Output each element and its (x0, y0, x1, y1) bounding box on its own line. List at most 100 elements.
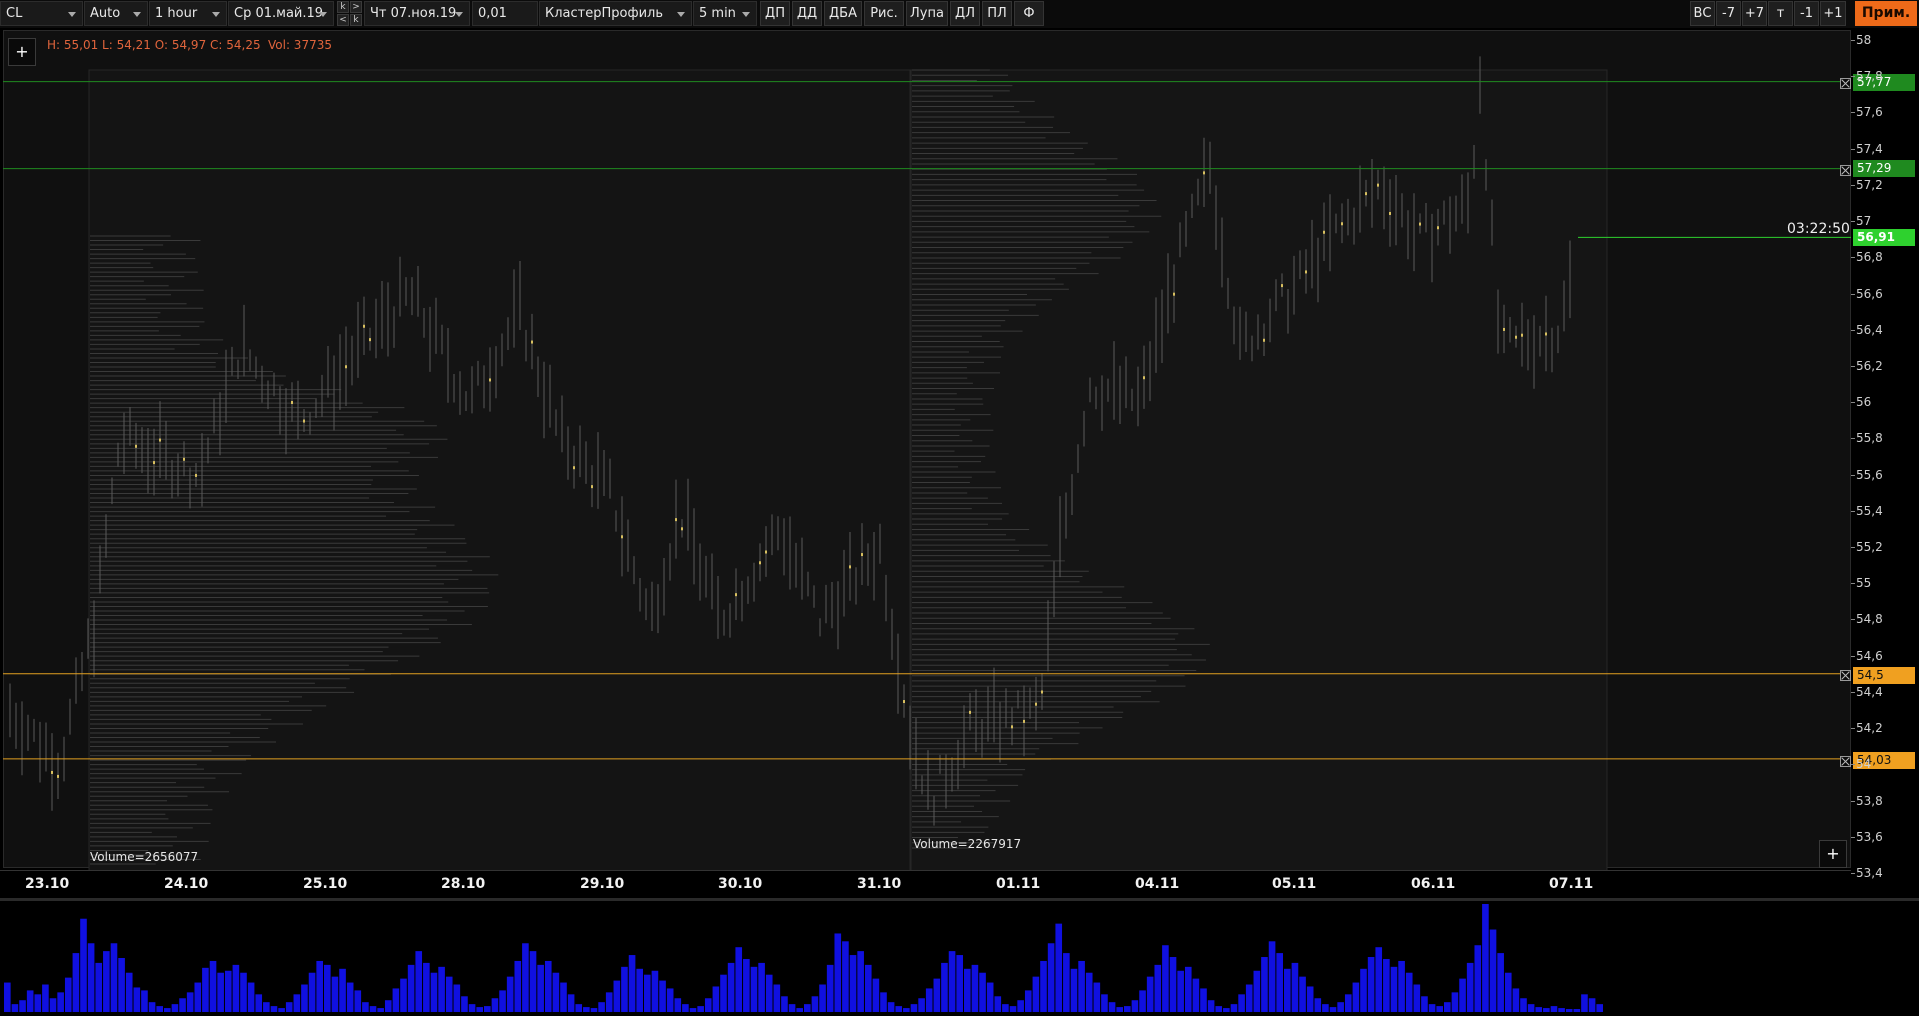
volume-bar (1146, 976, 1154, 1012)
volume-bar (522, 943, 529, 1012)
volume-bar (1268, 941, 1276, 1012)
volume-bar (316, 960, 323, 1012)
volume-bar (537, 964, 544, 1012)
volume-bar (362, 1002, 369, 1012)
date-from-select[interactable]: Ср 01.май.19 (228, 1, 334, 26)
minus1-button[interactable]: -1 (1794, 1, 1819, 26)
volume-bar (613, 980, 621, 1012)
dd-label: ДД (796, 6, 818, 21)
price-cluster-dot (759, 561, 761, 565)
volume-bar (1070, 968, 1078, 1012)
price-cluster-dot (1143, 376, 1145, 380)
remove-line-icon[interactable] (1840, 78, 1851, 89)
volume-bar (727, 962, 735, 1012)
timeframe-select[interactable]: 1 hour (149, 1, 227, 26)
scale-select[interactable]: Auto (84, 1, 148, 26)
volume-bar (804, 1004, 811, 1012)
remove-line-icon[interactable] (1840, 165, 1851, 176)
nav-back-button[interactable]: < (337, 14, 349, 26)
dd-button[interactable]: ДД (792, 1, 822, 26)
volume-bar (1421, 996, 1428, 1012)
volume-bar (689, 1008, 697, 1012)
volume-bar (1200, 988, 1207, 1012)
minus7-button[interactable]: -7 (1716, 1, 1741, 26)
volume-bar (621, 966, 628, 1012)
date-to-select[interactable]: Чт 07.ноя.19 (364, 1, 470, 26)
volume-bar (1383, 958, 1390, 1012)
magnifier-button[interactable]: Лупа (906, 1, 948, 26)
time-tick-label: 25.10 (303, 876, 348, 892)
price-cluster-dot (861, 553, 863, 557)
pl-button[interactable]: ПЛ (982, 1, 1012, 26)
volume-bar (499, 990, 506, 1012)
price-tick-mark (1851, 691, 1855, 693)
volume-bar (514, 960, 522, 1012)
volume-bar (887, 1002, 895, 1012)
level-label-545[interactable]: 54,5 (1853, 667, 1915, 684)
nav-k-bottom-button[interactable]: k (350, 14, 362, 26)
tick-size-input[interactable]: 0,01 (472, 1, 538, 26)
cluster-timeframe-select[interactable]: 5 min (693, 1, 757, 26)
nav-forward-button[interactable]: > (350, 1, 362, 13)
dl-button[interactable]: ДЛ (950, 1, 980, 26)
remove-line-icon[interactable] (1840, 756, 1851, 767)
volume-bar (933, 978, 941, 1012)
price-tick-label: 53,8 (1856, 793, 1883, 808)
add-indicator-button[interactable]: + (8, 38, 36, 66)
price-tick-mark (1851, 619, 1855, 621)
chart-type-select[interactable]: КластерПрофиль (539, 1, 692, 26)
apply-button[interactable]: Прим. (1855, 1, 1917, 26)
price-tick-mark (1851, 293, 1855, 295)
volume-bar (1047, 943, 1055, 1012)
nav-k-top-button[interactable]: k (337, 1, 349, 13)
volume-bar (1482, 904, 1489, 1012)
nav-forward-label: > (352, 2, 360, 12)
volume-bar (918, 998, 925, 1012)
timeframe-value: 1 hour (155, 6, 198, 21)
level-label-5729[interactable]: 57,29 (1853, 160, 1915, 177)
price-cluster-dot (369, 338, 371, 342)
price-cluster-dot (1011, 725, 1013, 729)
vs-button[interactable]: ВС (1690, 1, 1715, 26)
volume-bar (1497, 953, 1504, 1012)
plus1-button[interactable]: +1 (1820, 1, 1846, 26)
volume-bar (1444, 1002, 1451, 1012)
dp-button[interactable]: ДП (760, 1, 790, 26)
draw-button[interactable]: Рис. (864, 1, 904, 26)
t-button[interactable]: т (1768, 1, 1793, 26)
volume-bar (1284, 968, 1291, 1012)
volume-bar (110, 943, 118, 1012)
volume-bar (1230, 1004, 1238, 1012)
price-tick-label: 56 (1856, 395, 1872, 410)
volume-bar (1352, 982, 1360, 1012)
volume-bar (583, 1007, 590, 1012)
volume-bar (57, 992, 64, 1012)
f-button[interactable]: Ф (1014, 1, 1044, 26)
price-cluster-dot (1545, 332, 1547, 336)
volume-bar (1512, 988, 1520, 1012)
volume-bar (430, 972, 438, 1012)
dp-label: ДП (765, 6, 785, 21)
volume-bar (301, 984, 308, 1012)
volume-bar (1192, 978, 1200, 1012)
volume-bar (1413, 984, 1421, 1012)
price-cluster-dot (1281, 284, 1283, 288)
volume-bar (209, 960, 217, 1012)
price-cluster-dot (1515, 335, 1517, 339)
price-tick-label: 55,6 (1856, 467, 1883, 482)
time-tick-label: 01.11 (996, 876, 1041, 892)
remove-line-icon[interactable] (1840, 670, 1851, 681)
price-tick-mark (1851, 184, 1855, 186)
volume-bar (1344, 994, 1352, 1012)
price-cluster-dot (765, 550, 767, 554)
volume-bar (72, 953, 80, 1012)
volume-bar (339, 968, 346, 1012)
pl-label: ПЛ (987, 6, 1007, 21)
volume-bar (903, 1008, 910, 1012)
plus7-button[interactable]: +7 (1742, 1, 1767, 26)
chart-canvas[interactable] (0, 28, 1851, 898)
add-pane-button[interactable]: + (1819, 840, 1847, 868)
symbol-select[interactable]: CL (0, 1, 83, 26)
dba-button[interactable]: ДБА (824, 1, 862, 26)
volume-bar (1504, 972, 1512, 1012)
